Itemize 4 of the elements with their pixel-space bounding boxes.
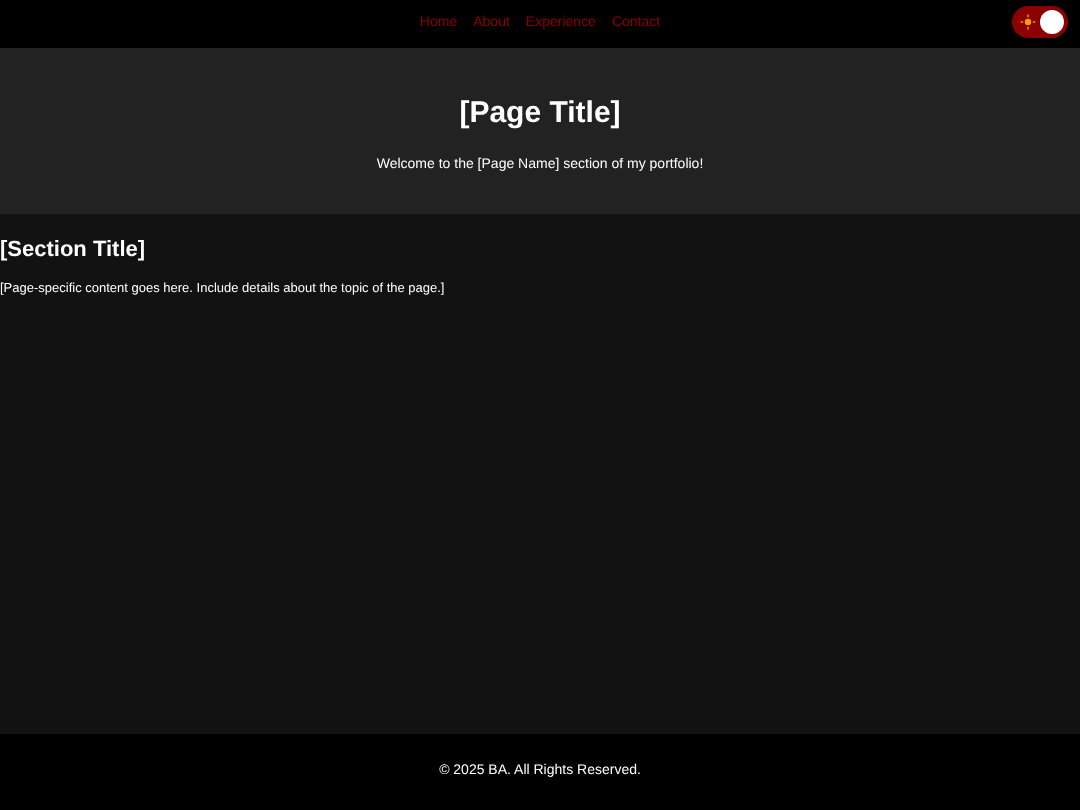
section-title: [Section Title] bbox=[0, 238, 148, 265]
sun-icon bbox=[1020, 14, 1036, 30]
theme-toggle[interactable] bbox=[1012, 6, 1068, 38]
page-title: [Page Title] bbox=[457, 96, 623, 132]
